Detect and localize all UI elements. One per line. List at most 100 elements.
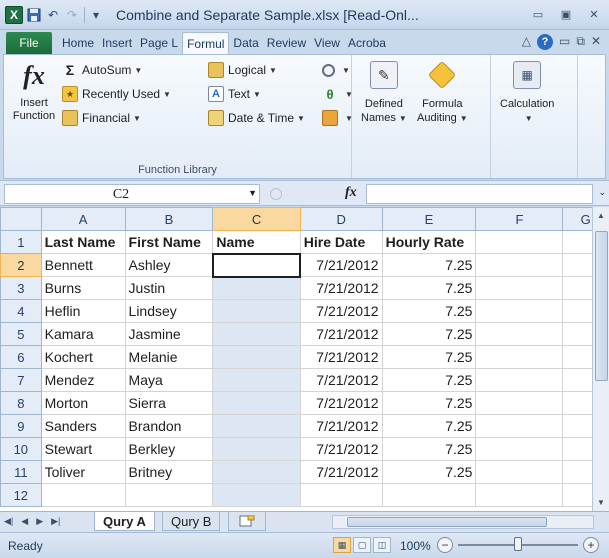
page-break-view-icon[interactable]: ◫ (373, 537, 391, 553)
cell[interactable]: 7/21/2012 (299, 322, 383, 346)
cell[interactable]: 7/21/2012 (299, 253, 383, 277)
formula-input[interactable] (366, 184, 593, 204)
help-icon[interactable]: ? (537, 34, 554, 50)
header-cell[interactable]: Name (212, 230, 301, 254)
insert-function-button[interactable]: fx Insert Function (8, 59, 60, 149)
cell[interactable] (475, 322, 564, 346)
tab-insert[interactable]: Insert (98, 32, 136, 54)
cell[interactable] (212, 345, 301, 369)
cell[interactable] (475, 253, 564, 277)
cell[interactable] (212, 483, 301, 507)
row-header[interactable]: 12 (0, 483, 42, 507)
cell[interactable] (475, 230, 564, 254)
select-all-corner[interactable] (0, 207, 42, 231)
cell[interactable]: Bennett (40, 253, 126, 277)
tab-review[interactable]: Review (263, 32, 310, 54)
formula-auditing-button[interactable]: Formula Auditing ▼ (417, 60, 468, 126)
page-layout-view-icon[interactable]: ▢ (353, 537, 371, 553)
header-cell[interactable]: Hire Date (299, 230, 383, 254)
column-header-b[interactable]: B (124, 207, 214, 231)
cell[interactable]: 7/21/2012 (299, 299, 383, 323)
cell[interactable]: Lindsey (124, 299, 214, 323)
cell[interactable]: 7.25 (381, 391, 477, 415)
cell[interactable]: Heflin (40, 299, 126, 323)
cell[interactable] (212, 437, 301, 461)
cell[interactable] (475, 460, 564, 484)
name-box[interactable]: C2 ▼ (4, 184, 260, 204)
tab-home[interactable]: Home (58, 32, 98, 54)
cell[interactable] (475, 276, 564, 300)
row-header[interactable]: 3 (0, 276, 42, 300)
minimize-ribbon-icon[interactable]: △ (522, 34, 531, 50)
row-header[interactable]: 2 (0, 253, 42, 277)
cell[interactable]: Kochert (40, 345, 126, 369)
cell[interactable]: Ashley (124, 253, 214, 277)
column-header-c[interactable]: C (212, 207, 301, 231)
cell[interactable]: 7.25 (381, 253, 477, 277)
row-header[interactable]: 11 (0, 460, 42, 484)
cell[interactable]: Toliver (40, 460, 126, 484)
cell[interactable] (381, 483, 477, 507)
cell[interactable]: Brandon (124, 414, 214, 438)
cell[interactable] (475, 414, 564, 438)
row-header[interactable]: 5 (0, 322, 42, 346)
recently-used-button[interactable]: ★ Recently Used ▼ (62, 85, 171, 103)
cell[interactable]: 7/21/2012 (299, 368, 383, 392)
autosum-button[interactable]: Σ AutoSum ▼ (62, 61, 142, 79)
cell[interactable] (212, 276, 301, 300)
tab-view[interactable]: View (310, 32, 344, 54)
insert-function-icon[interactable]: fx (345, 185, 357, 201)
cell[interactable]: Britney (124, 460, 214, 484)
cell[interactable]: 7/21/2012 (299, 414, 383, 438)
row-header[interactable]: 10 (0, 437, 42, 461)
cell[interactable] (475, 437, 564, 461)
expand-formula-bar-icon[interactable]: ⌄ (598, 187, 606, 198)
minimize-icon[interactable]: ▭ (529, 5, 547, 23)
cell[interactable]: Jasmine (124, 322, 214, 346)
header-cell[interactable]: Last Name (40, 230, 126, 254)
worksheet-grid[interactable]: A B C D E F G 1 Last Name First Name Nam… (0, 207, 609, 511)
cell[interactable] (212, 414, 301, 438)
zoom-out-icon[interactable]: − (437, 537, 453, 553)
cell[interactable]: Burns (40, 276, 126, 300)
column-header-d[interactable]: D (299, 207, 383, 231)
cell[interactable]: 7.25 (381, 414, 477, 438)
row-header[interactable]: 1 (0, 230, 42, 254)
row-header[interactable]: 9 (0, 414, 42, 438)
header-cell[interactable]: First Name (124, 230, 214, 254)
cell[interactable]: 7/21/2012 (299, 391, 383, 415)
next-sheet-icon[interactable]: ▶ (36, 516, 43, 527)
cell[interactable] (299, 483, 383, 507)
last-sheet-icon[interactable]: ▶| (51, 516, 60, 527)
zoom-in-icon[interactable]: + (583, 537, 599, 553)
first-sheet-icon[interactable]: ◀| (4, 516, 13, 527)
cell[interactable]: 7.25 (381, 368, 477, 392)
close-icon[interactable]: ✕ (585, 5, 603, 23)
column-header-a[interactable]: A (40, 207, 126, 231)
tab-file[interactable]: File (6, 32, 52, 54)
cell[interactable]: 7/21/2012 (299, 437, 383, 461)
cell[interactable]: Sanders (40, 414, 126, 438)
vertical-scroll-thumb[interactable] (595, 231, 608, 381)
cell[interactable] (212, 460, 301, 484)
cell[interactable]: Justin (124, 276, 214, 300)
normal-view-icon[interactable]: ▦ (333, 537, 351, 553)
cell[interactable]: 7.25 (381, 345, 477, 369)
cell[interactable]: Sierra (124, 391, 214, 415)
cell[interactable]: Melanie (124, 345, 214, 369)
horizontal-scrollbar[interactable] (332, 515, 594, 529)
sheet-tab-qury-b[interactable]: Qury B (162, 512, 221, 531)
cell[interactable] (212, 299, 301, 323)
tab-page-layout[interactable]: Page L (136, 32, 182, 54)
column-header-e[interactable]: E (381, 207, 477, 231)
sheet-tab-qury-a[interactable]: Qury A (94, 512, 155, 531)
cell[interactable]: Kamara (40, 322, 126, 346)
cell[interactable] (475, 391, 564, 415)
lookup-reference-button[interactable]: ▼ (322, 61, 350, 79)
customize-qat-icon[interactable]: ▾ (88, 5, 104, 25)
cell[interactable]: 7.25 (381, 322, 477, 346)
scroll-down-icon[interactable]: ▼ (597, 498, 605, 507)
logical-button[interactable]: Logical ▼ (208, 61, 277, 79)
cell[interactable] (212, 368, 301, 392)
restore-icon[interactable]: ▣ (557, 5, 575, 23)
